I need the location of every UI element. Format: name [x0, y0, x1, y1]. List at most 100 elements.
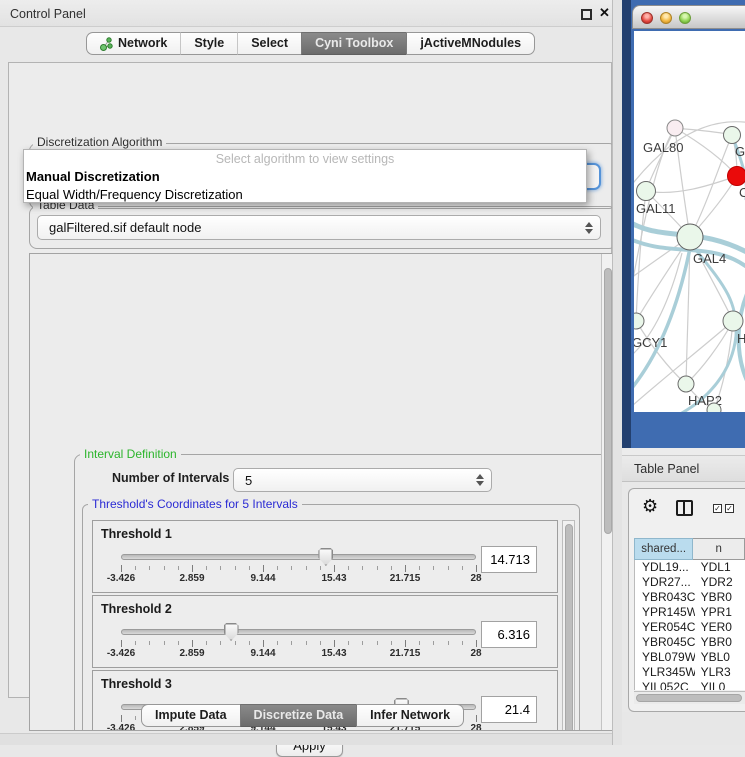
- tab-label: Cyni Toolbox: [315, 33, 393, 54]
- slider-tick: [362, 566, 363, 570]
- slider-track[interactable]: [121, 629, 476, 635]
- slider-tick: [135, 716, 136, 720]
- threshold-value-field[interactable]: 21.4: [481, 696, 537, 723]
- cell-shared-name: YBR043C: [635, 590, 695, 605]
- scale-label: 15.43: [304, 648, 364, 659]
- cell-name: YBR0: [695, 590, 745, 605]
- tab-impute-data[interactable]: Impute Data: [141, 704, 240, 727]
- scale-label: 28: [446, 648, 506, 659]
- slider-thumb[interactable]: [224, 623, 239, 641]
- slider-tick: [206, 641, 207, 645]
- tab-label: Style: [194, 33, 224, 54]
- table-row[interactable]: YLR345WYLR3: [635, 665, 745, 680]
- node-label: GAL80: [643, 140, 683, 155]
- algorithm-option-manual-discretization[interactable]: Manual Discretization: [24, 168, 586, 186]
- close-traffic-light-icon[interactable]: [641, 12, 653, 24]
- scale-label: 2.859: [162, 573, 222, 584]
- network-node-gal11[interactable]: [637, 182, 656, 201]
- tab-network[interactable]: Network: [86, 32, 180, 55]
- threshold-value-field[interactable]: 6.316: [481, 621, 537, 648]
- float-window-icon[interactable]: [581, 9, 592, 20]
- cell-shared-name: YLR345W: [635, 665, 695, 680]
- network-node-g[interactable]: [724, 127, 741, 144]
- table-header-row: shared...n: [634, 538, 745, 560]
- node-label: GAL11: [636, 201, 676, 216]
- tab-label: Impute Data: [155, 705, 227, 726]
- number-of-intervals-label: Number of Intervals: [112, 471, 229, 485]
- threshold-value-field[interactable]: 14.713: [481, 546, 537, 573]
- slider-tick: [192, 565, 193, 572]
- minimize-traffic-light-icon[interactable]: [660, 12, 672, 24]
- table-row[interactable]: YIL052CYIL0: [635, 680, 745, 690]
- slider-tick: [121, 715, 122, 722]
- checkbox-icon[interactable]: ✓: [725, 504, 734, 513]
- cell-shared-name: YDR27...: [635, 575, 695, 590]
- slider-tick: [249, 566, 250, 570]
- slider-tick: [206, 566, 207, 570]
- tab-jactivemnodules[interactable]: jActiveMNodules: [406, 32, 535, 55]
- column-header-n[interactable]: n: [693, 538, 745, 560]
- cyni-toolbox-content: Discretization Algorithm Table Data galF…: [8, 62, 612, 698]
- slider-tick: [263, 640, 264, 647]
- table-row[interactable]: YPR145WYPR1: [635, 605, 745, 620]
- table-horizontal-scrollbar[interactable]: [634, 691, 745, 704]
- slider-tick: [419, 641, 420, 645]
- thresholds-scrollbar[interactable]: [562, 520, 575, 731]
- network-window-titlebar[interactable]: [632, 5, 745, 29]
- tab-label: Network: [118, 33, 167, 54]
- algorithm-option-equal-width-frequency-discretization[interactable]: Equal Width/Frequency Discretization: [24, 186, 586, 204]
- tab-discretize-data[interactable]: Discretize Data: [240, 704, 357, 727]
- table-row[interactable]: YER054CYER0: [635, 620, 745, 635]
- slider-tick: [320, 641, 321, 645]
- table-row[interactable]: YBL079WYBL0: [635, 650, 745, 665]
- slider-tick: [462, 641, 463, 645]
- close-icon[interactable]: ✕: [599, 5, 610, 21]
- slider-tick: [391, 566, 392, 570]
- scale-label: 21.715: [375, 648, 435, 659]
- tab-style[interactable]: Style: [180, 32, 237, 55]
- checkbox-icon[interactable]: ✓: [713, 504, 722, 513]
- network-node-c[interactable]: [728, 167, 745, 186]
- network-canvas[interactable]: GAL80GCGAL11GAL4GCY1HHAP2: [634, 31, 745, 412]
- number-of-intervals-combo[interactable]: 5: [233, 468, 492, 492]
- slider-tick: [192, 640, 193, 647]
- cell-shared-name: YDL19...: [635, 560, 695, 575]
- slider-thumb[interactable]: [318, 548, 333, 566]
- column-layout-icon[interactable]: [676, 500, 693, 516]
- table-row[interactable]: YBR043CYBR0: [635, 590, 745, 605]
- column-header-shared[interactable]: shared...: [634, 538, 693, 560]
- network-edge[interactable]: [646, 176, 737, 192]
- scale-label: 2.859: [162, 648, 222, 659]
- tab-select[interactable]: Select: [237, 32, 301, 55]
- table-row[interactable]: YBR045CYBR0: [635, 635, 745, 650]
- network-node-hap2[interactable]: [678, 376, 694, 392]
- table-data-combo-value: galFiltered.sif default node: [38, 220, 201, 235]
- slider-tick: [334, 640, 335, 647]
- network-node-gcy1[interactable]: [634, 313, 644, 329]
- network-node-8[interactable]: [707, 403, 721, 412]
- network-edge[interactable]: [690, 135, 732, 237]
- zoom-traffic-light-icon[interactable]: [679, 12, 691, 24]
- panel-splitter[interactable]: [613, 0, 622, 745]
- slider-tick: [320, 566, 321, 570]
- table-data-combo[interactable]: galFiltered.sif default node: [37, 215, 601, 240]
- slider-tick: [235, 641, 236, 645]
- bottom-strip: [0, 733, 613, 745]
- network-node-gal80[interactable]: [667, 120, 683, 136]
- network-node-gal4[interactable]: [677, 224, 703, 250]
- table-row[interactable]: YDR27...YDR2: [635, 575, 745, 590]
- tab-cyni-toolbox[interactable]: Cyni Toolbox: [301, 32, 406, 55]
- slider-tick: [164, 566, 165, 570]
- slider-tick: [291, 641, 292, 645]
- network-node-h[interactable]: [723, 311, 743, 331]
- slider-tick: [306, 566, 307, 570]
- panel-title: Control Panel: [10, 7, 86, 21]
- cell-shared-name: YIL052C: [635, 680, 695, 690]
- gear-icon[interactable]: ⚙: [642, 496, 658, 517]
- table-row[interactable]: YDL19...YDL1: [635, 560, 745, 575]
- slider-tick: [135, 566, 136, 570]
- table-panel-title: Table Panel: [634, 462, 699, 476]
- network-edge[interactable]: [686, 321, 733, 384]
- slider-track[interactable]: [121, 554, 476, 560]
- tab-infer-network[interactable]: Infer Network: [356, 704, 464, 727]
